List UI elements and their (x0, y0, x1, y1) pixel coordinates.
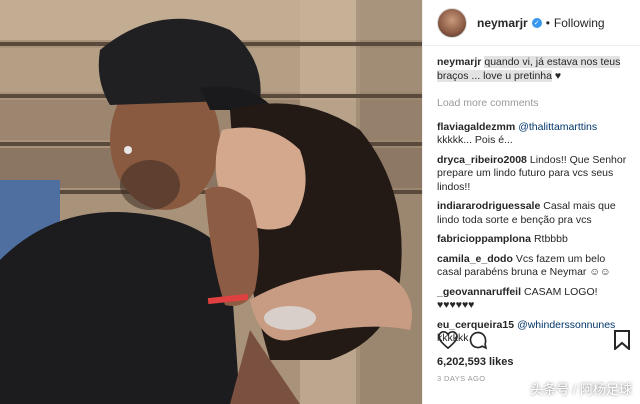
comment-username[interactable]: camila_e_dodo (437, 253, 513, 265)
verified-badge-icon: ✓ (531, 17, 542, 28)
comment-icon[interactable] (467, 329, 489, 351)
post-photo[interactable] (0, 0, 422, 404)
comment-username[interactable]: _geovannaruffeil (437, 286, 521, 298)
caption-username[interactable]: neymarjr (437, 56, 481, 68)
post-timestamp: 3 DAYS AGO (437, 374, 486, 383)
kissing-couple-photo (0, 0, 422, 404)
comment-item: _geovannaruffeil CASAM LOGO! ♥♥♥♥♥♥ (437, 286, 632, 313)
comments-section: neymarjr quando vi, já estava nos teus br… (423, 46, 640, 346)
watermark: 头条号 / 阿杨足球 (530, 382, 632, 397)
comment-item: indiararodriguessale Casal mais que lindo… (437, 200, 632, 227)
likes-count[interactable]: 6,202,593 likes (437, 356, 513, 368)
header-username[interactable]: neymarjr (477, 16, 528, 30)
comment-text: Rtbbbb (533, 233, 568, 245)
heart-icon[interactable] (437, 329, 459, 351)
comment-item: flaviagaldezmm @thalittamarttins kkkkk...… (437, 121, 632, 148)
comment-item: camila_e_dodo Vcs fazem um belo casal par… (437, 253, 632, 280)
load-more-comments-link[interactable]: Load more comments (437, 97, 632, 111)
header-separator: • (545, 15, 550, 30)
bookmark-icon[interactable] (611, 329, 633, 351)
comment-username[interactable]: flaviagaldezmm (437, 121, 515, 133)
caption-heart-emoji: ♥ (554, 69, 562, 82)
post-side-panel: neymarjr ✓ • Following neymarjr quando vi… (422, 0, 640, 404)
post-header: neymarjr ✓ • Following (423, 0, 640, 46)
comment-username[interactable]: dryca_ribeiro2008 (437, 154, 527, 166)
caption: neymarjr quando vi, já estava nos teus br… (437, 56, 632, 83)
comment-text: kkkkk... Pois é... (437, 134, 513, 146)
following-button[interactable]: Following (554, 16, 605, 30)
comment-username[interactable]: fabricioppamplona (437, 233, 531, 245)
comment-username[interactable]: indiararodriguessale (437, 200, 540, 212)
comment-mention[interactable]: @thalittamarttins (518, 121, 597, 133)
post-actions (437, 328, 633, 352)
comment-item: dryca_ribeiro2008 Lindos!! Que Senhor pre… (437, 154, 632, 195)
avatar[interactable] (437, 7, 467, 38)
comment-item: fabricioppamplona Rtbbbb (437, 233, 632, 247)
